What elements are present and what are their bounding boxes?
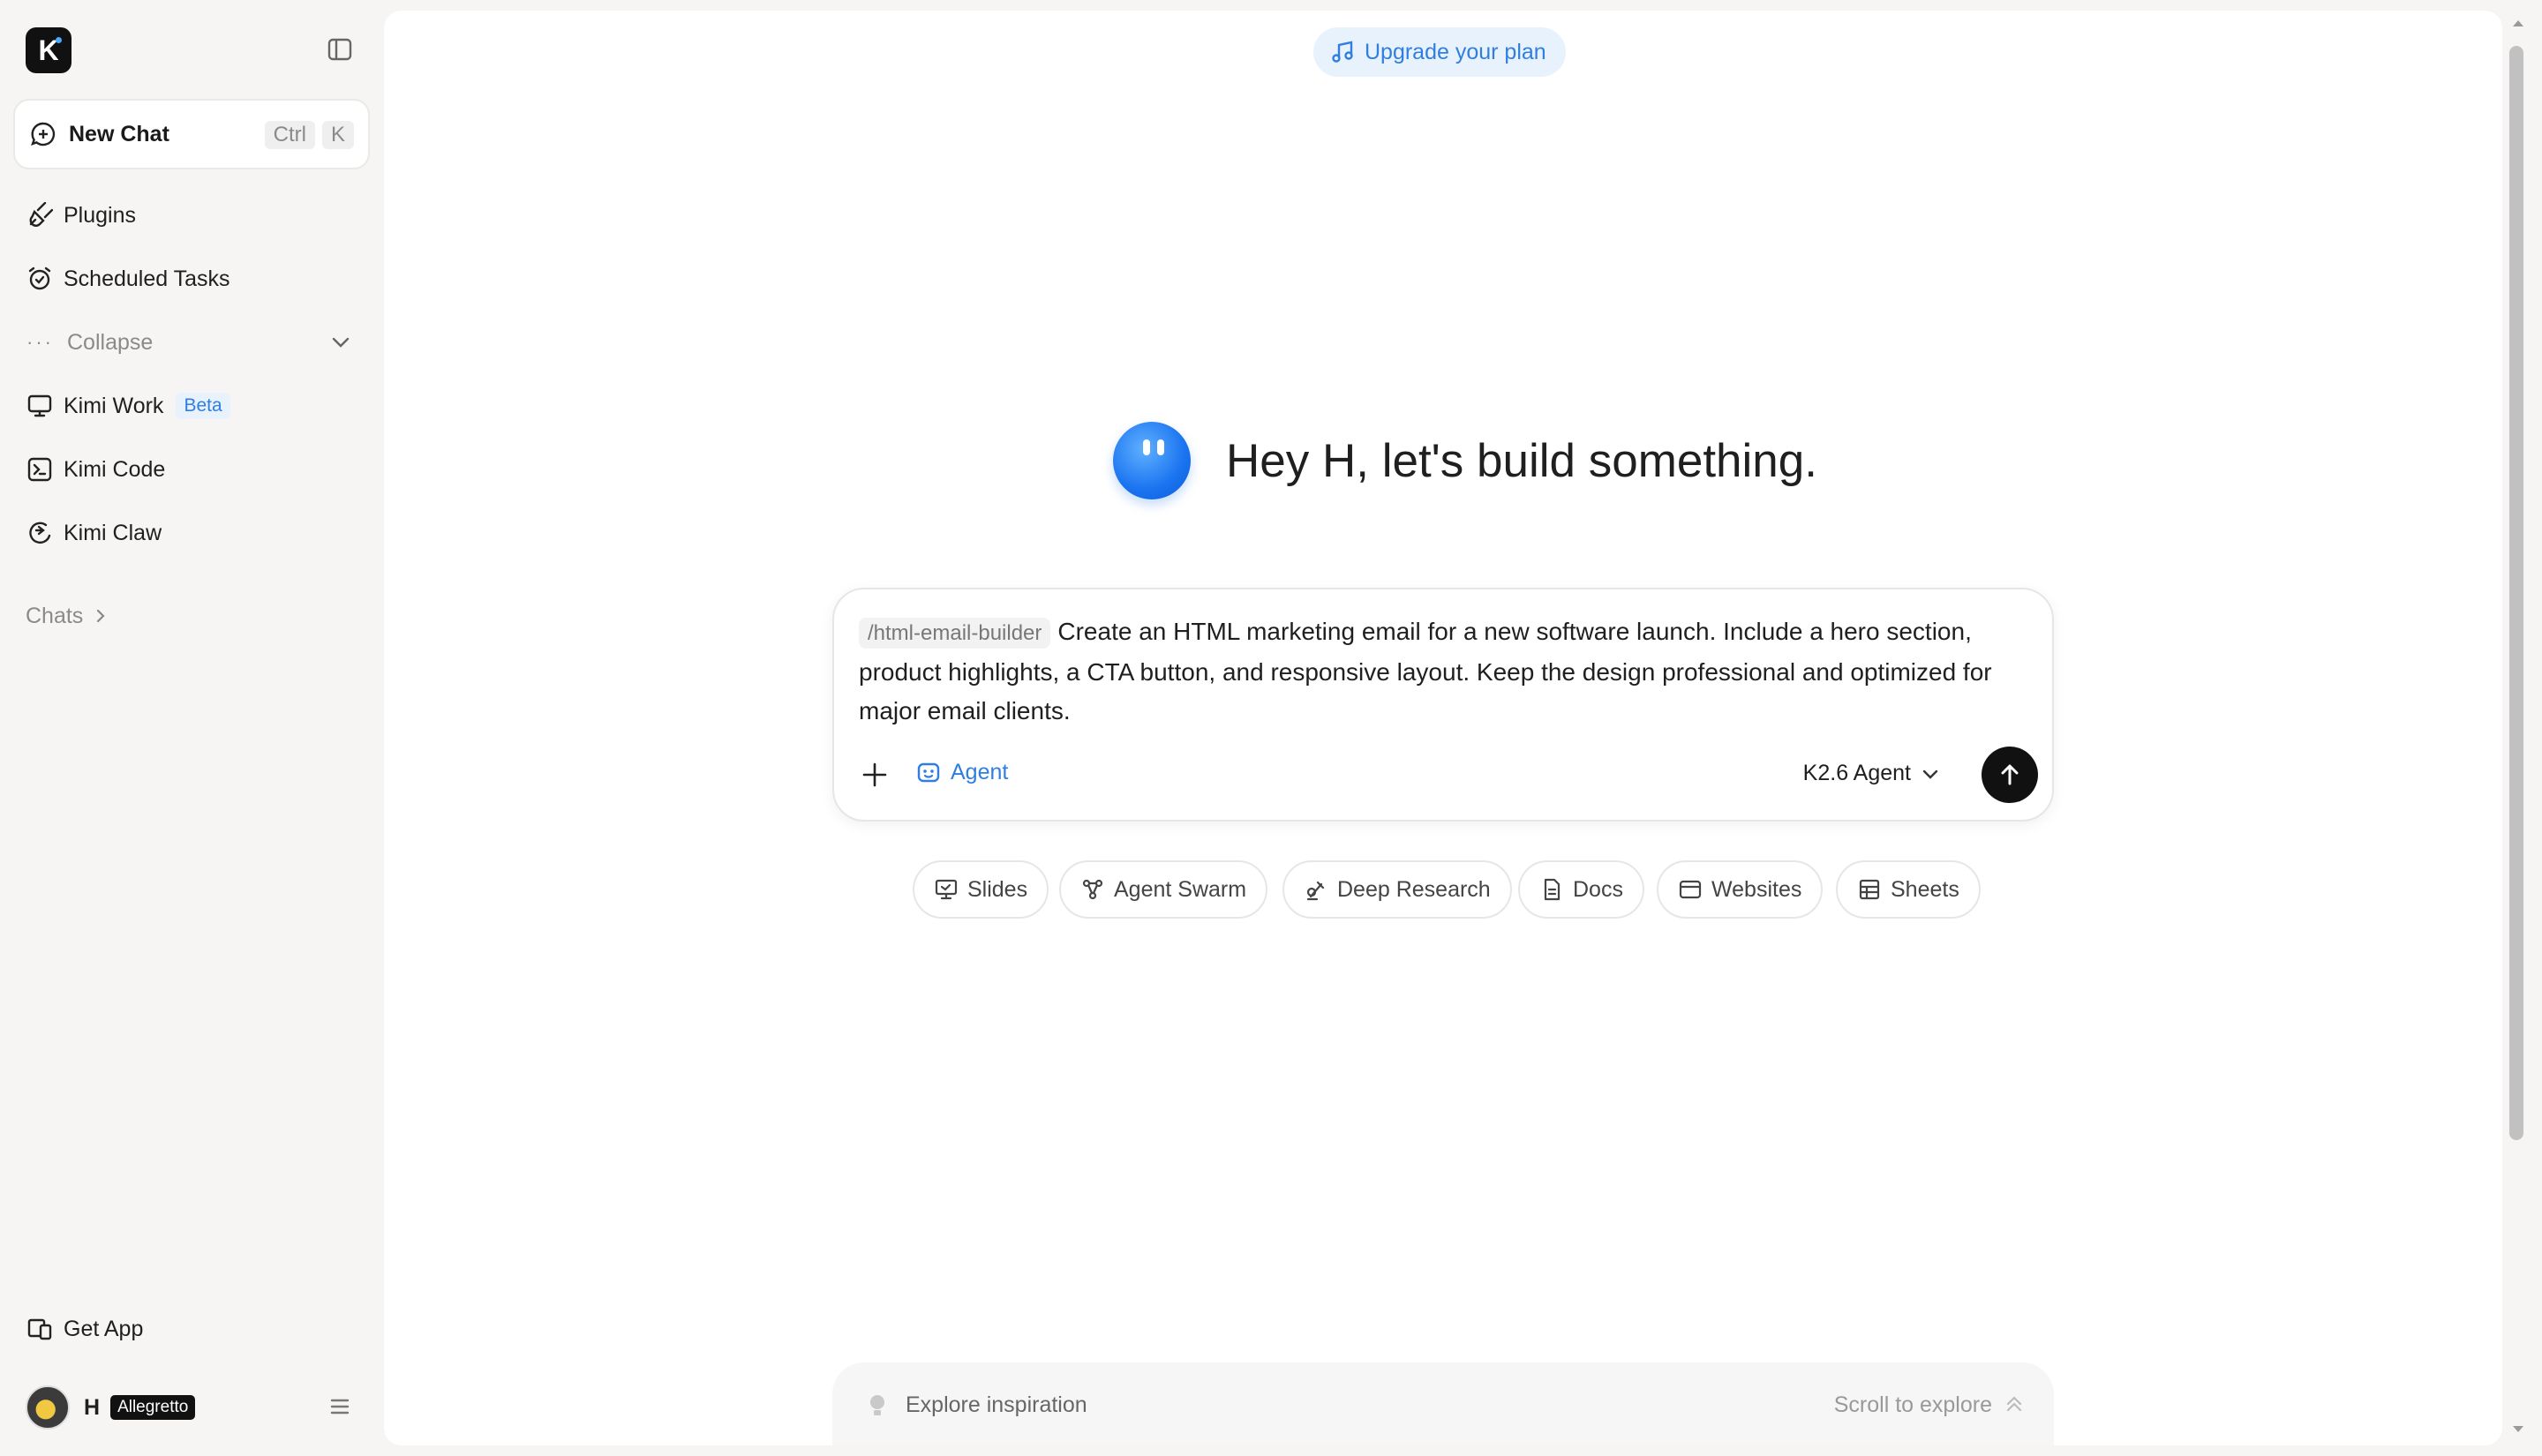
chip-label: Sheets bbox=[1891, 876, 1959, 902]
shortcut-hint: Ctrl K bbox=[264, 121, 354, 149]
upgrade-plan-button[interactable]: Upgrade your plan bbox=[1313, 27, 1566, 77]
agent-mode-label: Agent bbox=[951, 759, 1009, 784]
doc-icon bbox=[1544, 878, 1561, 901]
new-chat-label: New Chat bbox=[69, 121, 169, 146]
shortcut-key: Ctrl bbox=[264, 121, 315, 149]
menu-icon[interactable] bbox=[327, 1394, 352, 1419]
new-chat-icon bbox=[31, 122, 56, 146]
quick-actions: Slides Agent Swarm Deep Research Docs We… bbox=[384, 860, 2502, 919]
logo-dot bbox=[56, 37, 62, 43]
monitor-icon bbox=[27, 394, 52, 417]
scroll-down-arrow-icon[interactable] bbox=[2511, 1424, 2525, 1435]
sidebar-toggle-icon[interactable] bbox=[327, 36, 353, 63]
model-selector[interactable]: K2.6 Agent bbox=[1803, 761, 1941, 786]
lightbulb-icon bbox=[870, 1395, 884, 1415]
mascot-eye bbox=[1143, 439, 1150, 455]
chats-section-toggle[interactable]: Chats bbox=[26, 598, 109, 634]
devices-icon bbox=[27, 1318, 52, 1340]
chip-label: Slides bbox=[967, 876, 1028, 902]
upgrade-label: Upgrade your plan bbox=[1365, 39, 1546, 64]
chip-docs[interactable]: Docs bbox=[1518, 860, 1644, 919]
research-icon bbox=[1306, 881, 1325, 901]
avatar[interactable] bbox=[26, 1385, 70, 1430]
collapse-label: Collapse bbox=[67, 329, 154, 355]
agent-icon bbox=[917, 762, 940, 783]
mascot-eye bbox=[1157, 439, 1164, 455]
chip-agent-swarm[interactable]: Agent Swarm bbox=[1059, 860, 1268, 919]
sidebar-item-label: Scheduled Tasks bbox=[64, 266, 230, 291]
chevron-down-icon bbox=[1922, 769, 1938, 779]
greeting-hero: Hey H, let's build something. bbox=[1113, 418, 1817, 503]
sidebar-item-label: Kimi Claw bbox=[64, 520, 162, 545]
add-attachment-icon[interactable] bbox=[859, 759, 891, 791]
sidebar-item-kimi-claw[interactable]: Kimi Claw bbox=[26, 515, 162, 551]
user-profile[interactable]: H Allegretto bbox=[26, 1385, 352, 1430]
sidebar-item-label: Kimi Work bbox=[64, 393, 164, 418]
claw-icon bbox=[29, 522, 51, 544]
sidebar-item-kimi-code[interactable]: Kimi Code bbox=[26, 452, 165, 487]
plug-icon bbox=[29, 202, 53, 227]
prompt-composer[interactable]: /html-email-builder Create an HTML market… bbox=[832, 588, 2054, 822]
alarm-clock-icon bbox=[28, 266, 51, 290]
swarm-icon bbox=[1082, 879, 1103, 900]
shortcut-key: K bbox=[321, 121, 354, 149]
greeting-text: Hey H, let's build something. bbox=[1226, 434, 1817, 487]
double-chevron-up-icon[interactable] bbox=[2003, 1392, 2026, 1415]
main-panel: Upgrade your plan Hey H, let's build som… bbox=[384, 11, 2502, 1445]
sidebar-item-scheduled-tasks[interactable]: Scheduled Tasks bbox=[26, 261, 230, 296]
beta-badge: Beta bbox=[176, 393, 230, 419]
more-dots-icon: ··· bbox=[26, 331, 54, 353]
model-label: K2.6 Agent bbox=[1802, 761, 1911, 785]
chevron-down-icon bbox=[332, 337, 350, 348]
scroll-hint: Scroll to explore bbox=[1833, 1392, 1992, 1417]
agent-mode-toggle[interactable]: Agent bbox=[915, 759, 1008, 785]
kimi-logo[interactable]: K bbox=[26, 27, 71, 73]
chip-deep-research[interactable]: Deep Research bbox=[1282, 860, 1512, 919]
mascot-icon bbox=[1113, 422, 1191, 499]
chats-label: Chats bbox=[26, 603, 84, 628]
sidebar-item-plugins[interactable]: Plugins bbox=[26, 198, 136, 233]
chip-websites[interactable]: Websites bbox=[1657, 860, 1824, 919]
sidebar-item-label: Plugins bbox=[64, 202, 136, 228]
sidebar-item-label: Kimi Code bbox=[64, 456, 166, 482]
sidebar-item-kimi-work[interactable]: Kimi Work Beta bbox=[26, 388, 230, 424]
sidebar: K New Chat Ctrl K Plugins Scheduled Task… bbox=[0, 0, 383, 1456]
arrow-up-icon bbox=[2001, 764, 2019, 785]
scrollbar-thumb[interactable] bbox=[2509, 46, 2523, 1140]
slides-icon bbox=[935, 879, 958, 900]
user-name: H bbox=[84, 1394, 101, 1420]
music-note-icon bbox=[1332, 41, 1353, 63]
chip-sheets[interactable]: Sheets bbox=[1836, 860, 1981, 919]
skill-tag[interactable]: /html-email-builder bbox=[859, 618, 1051, 649]
explore-inspiration-bar[interactable]: Explore inspiration Scroll to explore bbox=[832, 1362, 2054, 1445]
chip-label: Agent Swarm bbox=[1114, 876, 1247, 902]
send-button[interactable] bbox=[1982, 747, 2038, 803]
chevron-right-icon bbox=[97, 609, 105, 623]
scroll-up-arrow-icon[interactable] bbox=[2511, 18, 2525, 28]
chip-label: Websites bbox=[1711, 876, 1802, 902]
terminal-icon bbox=[27, 457, 52, 482]
prompt-input[interactable]: /html-email-builder Create an HTML market… bbox=[859, 612, 2033, 731]
composer-toolbar: Agent K2.6 Agent bbox=[859, 747, 2038, 803]
browser-icon bbox=[1679, 880, 1702, 899]
chip-label: Docs bbox=[1573, 876, 1623, 902]
explore-label: Explore inspiration bbox=[906, 1392, 1087, 1417]
plan-badge: Allegretto bbox=[110, 1395, 196, 1420]
new-chat-button[interactable]: New Chat Ctrl K bbox=[13, 99, 370, 169]
get-app-button[interactable]: Get App bbox=[26, 1311, 143, 1347]
get-app-label: Get App bbox=[64, 1316, 144, 1341]
chip-label: Deep Research bbox=[1337, 876, 1491, 902]
sheet-icon bbox=[1859, 879, 1880, 900]
collapse-toggle[interactable]: ··· Collapse bbox=[26, 325, 353, 360]
chip-slides[interactable]: Slides bbox=[913, 860, 1049, 919]
